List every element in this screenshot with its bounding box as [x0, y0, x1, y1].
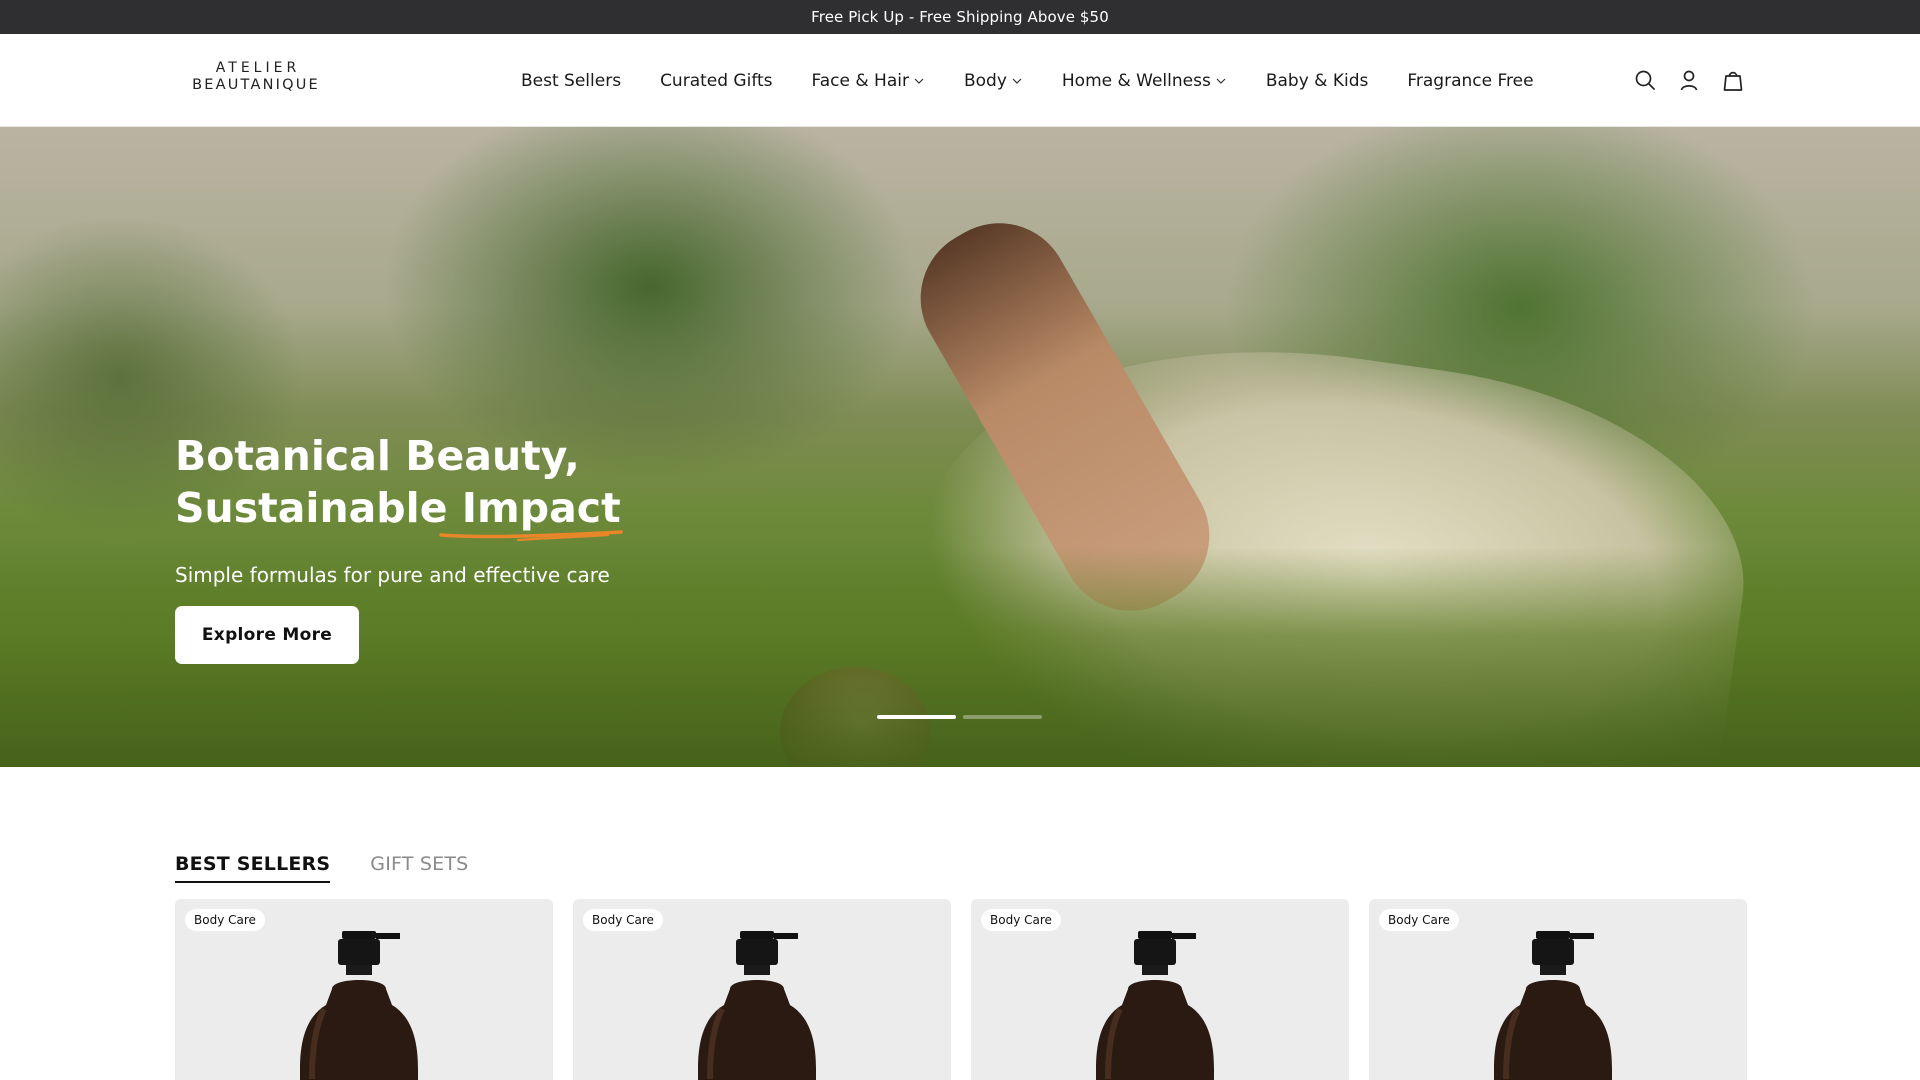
header-actions: [1633, 68, 1745, 92]
nav-item-label: Curated Gifts: [660, 70, 773, 91]
nav-item-label: Fragrance Free: [1407, 70, 1534, 91]
hero-title: Botanical Beauty, Sustainable Impact: [175, 430, 623, 542]
bag-icon[interactable]: [1721, 68, 1745, 92]
nav-item-best-sellers[interactable]: Best Sellers: [521, 71, 621, 91]
nav-item-face-hair[interactable]: Face & Hair: [812, 71, 925, 91]
category-badge: Body Care: [583, 909, 663, 931]
product-grid: Body Care Body Care Body Care Body Care: [175, 899, 1747, 1080]
product-card[interactable]: Body Care: [971, 899, 1349, 1080]
tab-gift-sets[interactable]: GIFT SETS: [370, 853, 468, 883]
nav-item-label: Best Sellers: [521, 70, 622, 91]
brand-logo-line1: ATELIER: [215, 60, 301, 76]
site-header: ATELIER BEAUTANIQUE Best Sellers Curated…: [0, 34, 1920, 127]
nav-item-label: Face & Hair: [811, 70, 909, 91]
chevron-down-icon: [1216, 78, 1226, 84]
slide-indicator-2[interactable]: [963, 715, 1042, 719]
hero-banner: Botanical Beauty, Sustainable Impact Sim…: [0, 127, 1920, 767]
product-bottle-image: [1096, 931, 1214, 1080]
brand-logo[interactable]: ATELIER BEAUTANIQUE: [188, 61, 324, 93]
hero-title-line2-prefix: Sustainable: [175, 484, 462, 532]
chevron-down-icon: [1012, 78, 1022, 84]
nav-item-label: Baby & Kids: [1265, 70, 1369, 91]
nav-item-body[interactable]: Body: [964, 71, 1023, 91]
nav-item-baby-kids[interactable]: Baby & Kids: [1266, 71, 1369, 91]
product-bottle-image: [698, 931, 816, 1080]
nav-item-curated-gifts[interactable]: Curated Gifts: [660, 71, 772, 91]
explore-more-button[interactable]: Explore More: [175, 606, 359, 664]
product-card[interactable]: Body Care: [175, 899, 553, 1080]
chevron-down-icon: [914, 78, 924, 84]
category-badge: Body Care: [981, 909, 1061, 931]
category-badge: Body Care: [1379, 909, 1459, 931]
brand-logo-line2: BEAUTANIQUE: [192, 77, 320, 93]
announcement-text: Free Pick Up - Free Shipping Above $50: [811, 8, 1109, 26]
hero-title-accent-text: Impact: [461, 484, 621, 532]
product-tabs: BEST SELLERS GIFT SETS: [175, 853, 508, 883]
brush-underline-icon: [439, 530, 623, 542]
announcement-bar: Free Pick Up - Free Shipping Above $50: [0, 0, 1920, 34]
hero-title-line1: Botanical Beauty,: [175, 432, 580, 480]
hero-title-accent: Impact: [439, 482, 623, 542]
category-badge: Body Care: [185, 909, 265, 931]
nav-item-label: Home & Wellness: [1061, 70, 1211, 91]
main-nav: Best Sellers Curated Gifts Face & Hair B…: [521, 34, 1534, 127]
nav-item-label: Body: [963, 70, 1007, 91]
tab-best-sellers[interactable]: BEST SELLERS: [175, 853, 331, 883]
explore-more-button-label: Explore More: [201, 625, 333, 645]
hero-subtitle: Simple formulas for pure and effective c…: [175, 563, 610, 587]
product-card[interactable]: Body Care: [573, 899, 951, 1080]
product-bottle-image: [1494, 931, 1612, 1080]
nav-item-fragrance-free[interactable]: Fragrance Free: [1407, 71, 1533, 91]
account-icon[interactable]: [1677, 68, 1701, 92]
slide-indicator-1[interactable]: [877, 715, 956, 719]
nav-item-home-wellness[interactable]: Home & Wellness: [1062, 71, 1227, 91]
slider-pagination: [877, 715, 1049, 719]
product-card[interactable]: Body Care: [1369, 899, 1747, 1080]
search-icon[interactable]: [1633, 68, 1657, 92]
product-bottle-image: [300, 931, 418, 1080]
